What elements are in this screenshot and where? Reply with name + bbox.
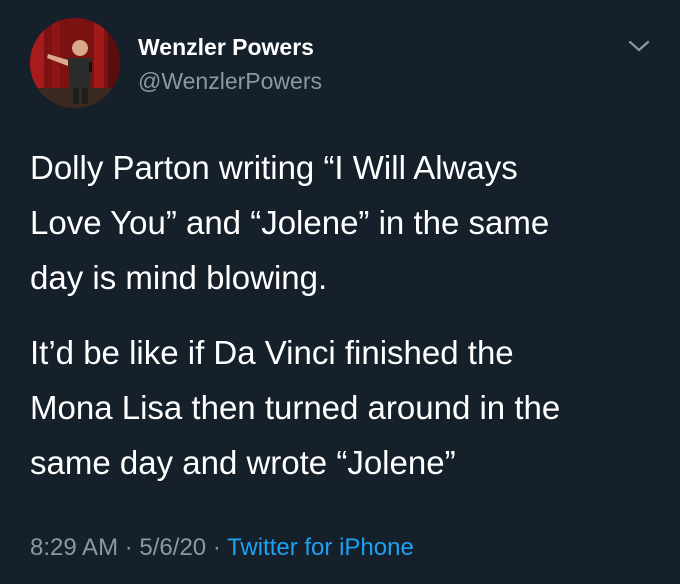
tweet-meta: 8:29 AM · 5/6/20 · Twitter for iPhone	[30, 534, 414, 562]
tweet-text-paragraph: Dolly Parton writing “I Will Always Love…	[30, 149, 550, 296]
chevron-down-icon[interactable]	[626, 36, 652, 56]
meta-separator: ·	[212, 534, 221, 561]
profile-photo-icon	[30, 18, 120, 108]
tweet-card: Wenzler Powers @WenzlerPowers Dolly Part…	[0, 0, 680, 584]
tweet-source-link[interactable]: Twitter for iPhone	[227, 534, 414, 561]
tweet-date[interactable]: 5/6/20	[139, 534, 206, 561]
meta-separator: ·	[124, 534, 133, 561]
tweet-time[interactable]: 8:29 AM	[30, 534, 118, 561]
display-name[interactable]: Wenzler Powers	[138, 34, 314, 61]
tweet-text-paragraph: It’d be like if Da Vinci finished the Mo…	[30, 334, 561, 481]
user-handle[interactable]: @WenzlerPowers	[138, 68, 322, 95]
avatar[interactable]	[30, 18, 120, 108]
